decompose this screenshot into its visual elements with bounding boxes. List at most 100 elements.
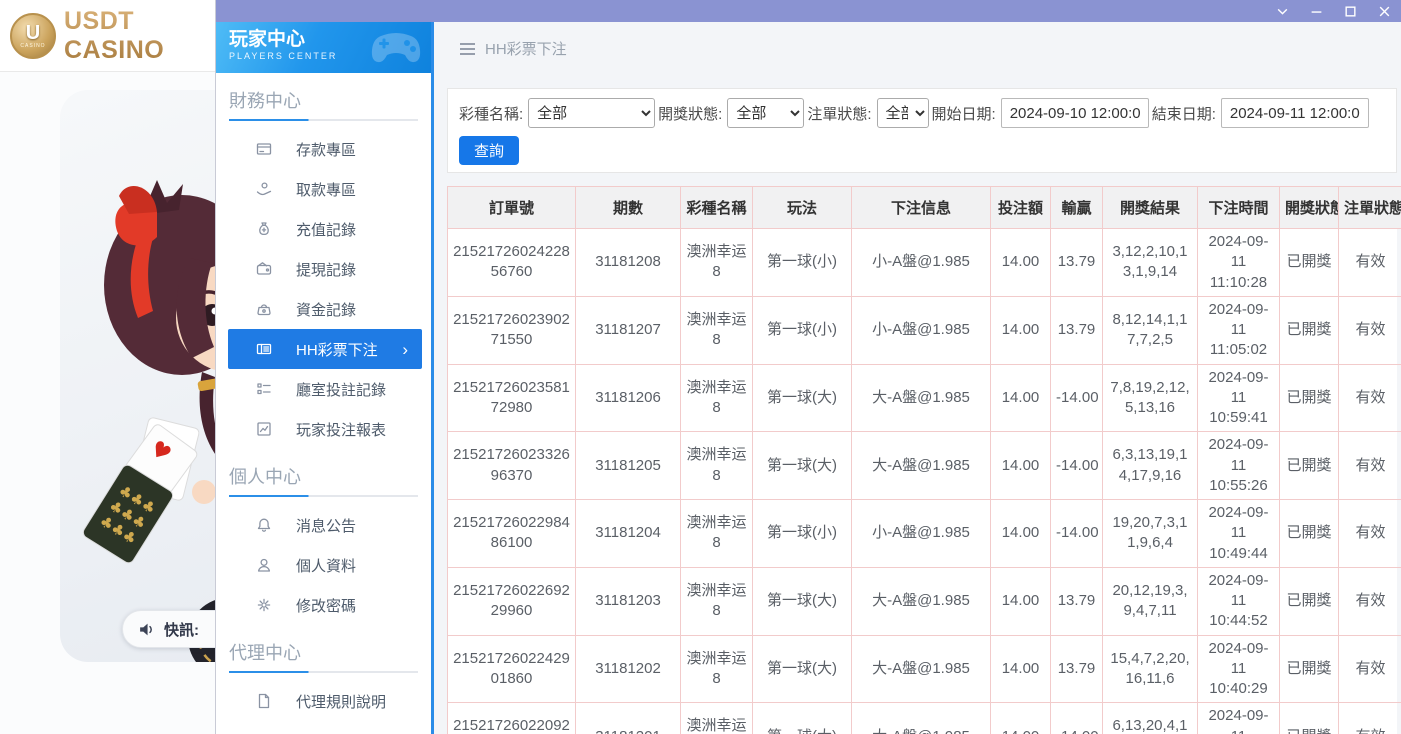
table-cell: 第一球(大) [753, 567, 852, 635]
background-page: U CASINO USDT CASINO [0, 0, 215, 734]
table-cell: 7,8,19,2,12,5,13,16 [1103, 364, 1198, 432]
sidebar-item-person[interactable]: 個人資料 [216, 545, 431, 585]
table-cell: 2024-09-11 11:05:02 [1198, 296, 1280, 364]
sidebar-item-cashout-wallet[interactable]: 提現記錄 [216, 249, 431, 289]
table-cell: 2152172602269229960 [448, 567, 576, 635]
table-cell: 已開獎 [1280, 432, 1339, 500]
sidebar-item-label: 存款專區 [296, 139, 356, 160]
table-cell: 14.00 [991, 703, 1051, 734]
table-cell: 澳洲幸运8 [681, 703, 753, 734]
table-cell: 大-A盤@1.985 [852, 635, 991, 703]
table-cell: 31181202 [576, 635, 681, 703]
sidebar-item-gear[interactable]: 修改密碼 [216, 585, 431, 625]
sidebar-item-label: 充值記錄 [296, 219, 356, 240]
chevron-down-icon[interactable] [1275, 4, 1289, 18]
hall-records-icon [256, 381, 272, 397]
sidebar: 玩家中心 PLAYERS CENTER 財務中心存款專區取款專區充值記錄提現記錄… [216, 22, 431, 734]
table-cell: 有效 [1339, 432, 1401, 500]
table-cell: 2024-09-11 10:40:29 [1198, 635, 1280, 703]
table-cell: 第一球(大) [753, 432, 852, 500]
table-header-row: 訂單號期數彩種名稱玩法下注信息投注額輸贏開獎結果下注時間開獎狀態注單狀態 [448, 187, 1401, 229]
search-button[interactable]: 查詢 [459, 136, 519, 165]
column-header: 開獎結果 [1103, 187, 1198, 229]
table-cell: 2024-09-11 10:34:52 [1198, 703, 1280, 734]
sidebar-item-bell[interactable]: 消息公告 [216, 505, 431, 545]
sidebar-item-recharge-bag[interactable]: 充值記錄 [216, 209, 431, 249]
table-cell: 13.79 [1051, 567, 1103, 635]
column-header: 注單狀態 [1339, 187, 1401, 229]
sidebar-item-label: 資金記錄 [296, 299, 356, 320]
table-cell: 14.00 [991, 635, 1051, 703]
table-row: 215217260229848610031181204澳洲幸运8第一球(小)小-… [448, 500, 1401, 568]
column-header: 彩種名稱 [681, 187, 753, 229]
start-date-input[interactable] [1001, 98, 1149, 128]
sidebar-item-lottery-ticket[interactable]: HH彩票下注› [228, 329, 422, 369]
table-cell: 2152172602390271550 [448, 296, 576, 364]
draw-status-select[interactable]: 全部 [727, 98, 804, 128]
table-cell: 澳洲幸运8 [681, 229, 753, 297]
table-cell: 2152172602332696370 [448, 432, 576, 500]
table-cell: 已開獎 [1280, 296, 1339, 364]
sidebar-item-label: 修改密碼 [296, 595, 356, 616]
sidebar-item-label: 取款專區 [296, 179, 356, 200]
table-cell: 2024-09-11 10:55:26 [1198, 432, 1280, 500]
table-cell: 已開獎 [1280, 364, 1339, 432]
table-cell: 澳洲幸运8 [681, 635, 753, 703]
table-cell: 已開獎 [1280, 703, 1339, 734]
table-cell: 已開獎 [1280, 229, 1339, 297]
table-cell: 小-A盤@1.985 [852, 500, 991, 568]
coin-letter: U [26, 23, 40, 43]
hamburger-menu-icon[interactable] [459, 42, 476, 56]
table-cell: 15,4,7,2,20,16,11,6 [1103, 635, 1198, 703]
table-cell: 有效 [1339, 364, 1401, 432]
table-cell: 澳洲幸运8 [681, 296, 753, 364]
table-cell: 19,20,7,3,11,9,6,4 [1103, 500, 1198, 568]
minimize-icon[interactable] [1309, 4, 1323, 18]
table-cell: 2152172602358172980 [448, 364, 576, 432]
lottery-name-select[interactable]: 全部 [528, 98, 655, 128]
table-cell: 小-A盤@1.985 [852, 229, 991, 297]
funds-purse-icon [256, 301, 272, 317]
maximize-icon[interactable] [1343, 4, 1357, 18]
section-divider [229, 119, 418, 121]
table-cell: 6,13,20,4,14,7,9,15 [1103, 703, 1198, 734]
sidebar-item-hall-records[interactable]: 廳室投註記錄 [216, 369, 431, 409]
close-icon[interactable] [1377, 4, 1391, 18]
sidebar-item-label: 玩家投注報表 [296, 419, 386, 440]
section-title: 個人中心 [216, 449, 431, 495]
sidebar-item-report-chart[interactable]: 玩家投注報表 [216, 409, 431, 449]
table-cell: 13.79 [1051, 635, 1103, 703]
table-cell: 澳洲幸运8 [681, 364, 753, 432]
table-cell: -14.00 [1051, 432, 1103, 500]
sidebar-item-label: 廳室投註記錄 [296, 379, 386, 400]
table-cell: 第一球(小) [753, 229, 852, 297]
table-cell: 14.00 [991, 432, 1051, 500]
report-chart-icon [256, 421, 272, 437]
end-date-input[interactable] [1221, 98, 1369, 128]
table-cell: 14.00 [991, 567, 1051, 635]
sidebar-item-label: 消息公告 [296, 515, 356, 536]
table-cell: 澳洲幸运8 [681, 567, 753, 635]
sidebar-item-label: HH彩票下注 [296, 339, 378, 360]
sidebar-item-deposit-card[interactable]: 存款專區 [216, 129, 431, 169]
column-header: 期數 [576, 187, 681, 229]
start-date-label: 開始日期: [932, 103, 996, 124]
table-cell: 有效 [1339, 567, 1401, 635]
table-cell: 2024-09-11 10:59:41 [1198, 364, 1280, 432]
sidebar-item-funds-purse[interactable]: 資金記錄 [216, 289, 431, 329]
table-cell: 2024-09-11 10:44:52 [1198, 567, 1280, 635]
table-cell: 有效 [1339, 500, 1401, 568]
sidebar-item-withdraw-hand[interactable]: 取款專區 [216, 169, 431, 209]
table-row: 215217260239027155031181207澳洲幸运8第一球(小)小-… [448, 296, 1401, 364]
table-cell: 31181206 [576, 364, 681, 432]
column-header: 投注額 [991, 187, 1051, 229]
order-status-select[interactable]: 全部 [877, 98, 929, 128]
sidebar-item-document[interactable]: 代理規則說明 [216, 681, 431, 721]
lottery-name-label: 彩種名稱: [459, 103, 523, 124]
table-cell: 第一球(大) [753, 635, 852, 703]
bets-table: 訂單號期數彩種名稱玩法下注信息投注額輸贏開獎結果下注時間開獎狀態注單狀態 2152… [447, 186, 1401, 734]
column-header: 開獎狀態 [1280, 187, 1339, 229]
table-cell: 31181208 [576, 229, 681, 297]
table-cell: 14.00 [991, 500, 1051, 568]
sidebar-item-share[interactable]: 代理推廣管理 [216, 721, 431, 734]
